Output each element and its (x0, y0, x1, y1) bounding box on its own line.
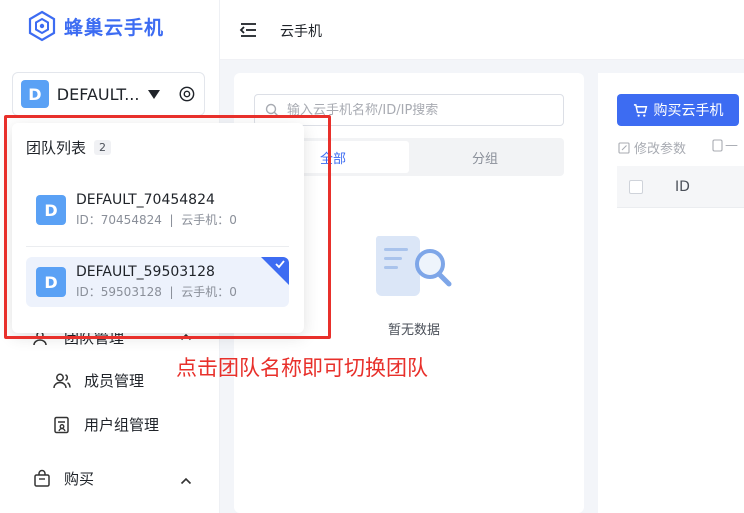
sidebar-item-label: 用户组管理 (84, 416, 160, 434)
breadcrumb: 云手机 (280, 24, 322, 40)
member-icon (53, 373, 71, 388)
buy-phone-button[interactable]: 购买云手机 (617, 94, 739, 126)
sidebar-item-label: 购买 (64, 470, 95, 488)
edit-icon (618, 141, 630, 154)
annotation-highlight-box (4, 115, 331, 339)
sidebar-item-purchase[interactable]: 购买 (32, 468, 94, 489)
brand[interactable]: 蜂巢云手机 (26, 8, 164, 44)
bag-icon (34, 469, 50, 487)
modify-params-label: 修改参数 (634, 142, 687, 157)
column-header-id: ID (675, 178, 690, 195)
hexagon-logo-icon (28, 10, 56, 42)
sidebar-item-user-groups[interactable]: 用户组管理 (52, 414, 159, 435)
brand-name: 蜂巢云手机 (64, 16, 165, 39)
tab-groups[interactable]: 分组 (409, 141, 561, 173)
select-all-checkbox[interactable] (629, 179, 643, 194)
collapse-menu-icon[interactable] (238, 20, 258, 40)
top-header: 云手机 (220, 0, 744, 60)
sidebar-item-members[interactable]: 成员管理 (52, 370, 144, 391)
user-group-icon (54, 416, 69, 433)
sidebar-item-label: 成员管理 (84, 372, 145, 390)
team-switcher[interactable]: D DEFAULT... (12, 72, 205, 116)
phone-icon (712, 139, 723, 152)
caret-down-icon[interactable] (148, 89, 161, 99)
table-header: ID (617, 166, 744, 208)
settings-icon[interactable] (178, 85, 196, 103)
chevron-up-icon[interactable] (180, 475, 192, 487)
current-team-name: DEFAULT... (56, 84, 140, 104)
empty-state-text: 暂无数据 (387, 323, 440, 338)
empty-document-icon (375, 236, 452, 296)
more-actions-label: — (725, 138, 738, 153)
modify-params-link[interactable]: 修改参数 (618, 138, 686, 157)
more-actions-link[interactable]: — (712, 138, 738, 153)
buy-phone-label: 购买云手机 (653, 103, 724, 119)
cart-icon (633, 103, 647, 117)
team-avatar: D (21, 80, 49, 108)
annotation-text: 点击团队名称即可切换团队 (176, 356, 428, 380)
